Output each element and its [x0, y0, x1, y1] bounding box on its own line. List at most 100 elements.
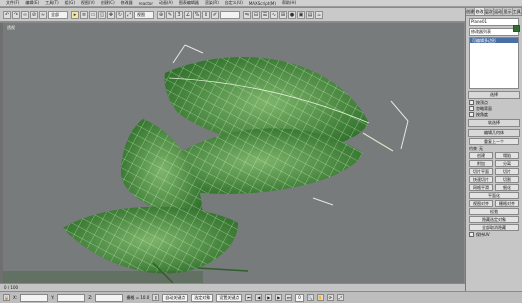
maximize-viewport-icon[interactable]: ⤢ [336, 294, 344, 301]
previous-frame-icon[interactable]: ◀ [255, 294, 263, 301]
by-angle-row[interactable]: 按角度 [469, 112, 519, 117]
modifier-stack[interactable]: 可编辑多边形 [469, 37, 519, 89]
tab-display[interactable]: 显示 [503, 8, 513, 15]
ignore-backfacing-row[interactable]: 忽略背面 [469, 106, 519, 111]
align-icon[interactable]: ⊟ [252, 10, 260, 19]
object-color-swatch[interactable] [513, 25, 520, 32]
material-editor-icon[interactable]: ● [288, 10, 296, 19]
view-align-button[interactable]: 视图对齐 [469, 200, 493, 207]
bind-space-warp-icon[interactable]: ≈ [39, 10, 47, 19]
menu-edit[interactable]: 编辑(E) [25, 0, 39, 6]
lock-selection-icon[interactable]: 🔒 [3, 294, 10, 301]
render-frame-icon[interactable]: ▤ [306, 10, 314, 19]
menu-modifiers[interactable]: 修改器 [121, 0, 133, 6]
tab-motion[interactable]: 运动 [494, 8, 504, 15]
next-frame-icon[interactable]: ▶ [275, 294, 283, 301]
rollout-selection[interactable]: 选择 [468, 91, 520, 99]
render-setup-icon[interactable]: ▣ [297, 10, 305, 19]
key-icon[interactable]: ⚷ [152, 294, 160, 301]
menu-customize[interactable]: 自定义(U) [225, 0, 243, 6]
object-name-field[interactable]: Plane01 [469, 18, 519, 26]
hide-selected-button[interactable]: 隐藏选定对象 [469, 216, 519, 223]
make-planar-button[interactable]: 平面化 [469, 192, 519, 199]
viewport-label[interactable]: 透视 [7, 25, 15, 31]
select-by-name-icon[interactable]: ≡ [80, 10, 88, 19]
attach-button[interactable]: 附加 [469, 160, 493, 167]
quickslice-button[interactable]: 快速切片 [469, 176, 493, 183]
tessellate-button[interactable]: 细化 [495, 184, 519, 191]
select-rotate-icon[interactable]: ↻ [116, 10, 124, 19]
repeat-last-button[interactable]: 重复上一个 [469, 138, 519, 145]
selection-filter-dropdown[interactable]: 全部 [48, 10, 68, 19]
undo-icon[interactable]: ↶ [3, 10, 11, 19]
auto-key-button[interactable]: 自动关键点 [162, 293, 189, 302]
unlink-icon[interactable]: ⊘ [30, 10, 38, 19]
select-scale-icon[interactable]: ⤢ [125, 10, 133, 19]
link-icon[interactable]: ∞ [21, 10, 29, 19]
select-object-icon[interactable]: ▸ [71, 10, 79, 19]
current-frame-field[interactable]: 0 [295, 293, 304, 302]
pan-icon[interactable]: ✋ [316, 294, 324, 301]
menu-tools[interactable]: 工具(T) [45, 0, 59, 6]
menu-create[interactable]: 创建(C) [101, 0, 115, 6]
checkbox[interactable] [469, 100, 474, 105]
mirror-icon[interactable]: ⇋ [243, 10, 251, 19]
go-to-end-icon[interactable]: ⏭ [285, 294, 293, 301]
perspective-viewport[interactable]: 透视 [3, 23, 464, 283]
menu-maxscript[interactable]: MAXScript(M) [249, 1, 276, 6]
checkbox[interactable] [469, 106, 474, 111]
modifier-list-dropdown[interactable]: 修改器列表 [469, 28, 519, 36]
menu-graph-editors[interactable]: 图表编辑器 [179, 0, 199, 6]
menu-group[interactable]: 组(G) [65, 0, 75, 6]
z-coordinate-field[interactable] [95, 293, 124, 302]
timeline-bar[interactable]: 0 / 100 [0, 283, 465, 291]
orbit-icon[interactable]: ⟳ [326, 294, 334, 301]
stack-item-editable-poly[interactable]: 可编辑多边形 [470, 38, 518, 43]
collapse-button[interactable]: 塌陷 [495, 152, 519, 159]
checkbox[interactable] [469, 112, 474, 117]
redo-icon[interactable]: ↷ [12, 10, 20, 19]
go-to-start-icon[interactable]: ⏮ [245, 294, 253, 301]
create-button[interactable]: 创建 [469, 152, 493, 159]
y-coordinate-field[interactable] [57, 293, 86, 302]
pivot-center-icon[interactable]: ⊕ [157, 10, 165, 19]
tab-utilities[interactable]: 工具 [513, 8, 522, 15]
rollout-soft-selection[interactable]: 软选择 [468, 119, 520, 127]
relax-button[interactable]: 松弛 [469, 208, 519, 215]
selected-dropdown[interactable]: 选定对象 [191, 293, 214, 302]
constraints-none-label[interactable]: 无 [479, 146, 483, 151]
quick-render-icon[interactable]: ☕ [315, 10, 323, 19]
spinner-snap-icon[interactable]: ⇕ [202, 10, 210, 19]
edit-named-selection-icon[interactable]: ✐ [211, 10, 219, 19]
slice-plane-button[interactable]: 切片平面 [469, 168, 493, 175]
slice-button[interactable]: 切片 [495, 168, 519, 175]
menu-file[interactable]: 文件(F) [6, 0, 19, 6]
menu-help[interactable]: 帮助(H) [282, 0, 296, 6]
angle-snap-icon[interactable]: ∠ [184, 10, 192, 19]
menu-rendering[interactable]: 渲染(R) [205, 0, 219, 6]
menu-reactor[interactable]: reactor [139, 1, 153, 6]
curve-editor-icon[interactable]: ∿ [270, 10, 278, 19]
named-selection-dropdown[interactable] [220, 10, 240, 19]
window-crossing-icon[interactable]: ◫ [98, 10, 106, 19]
unhide-all-button[interactable]: 全部取消隐藏 [469, 224, 519, 231]
cut-button[interactable]: 切割 [495, 176, 519, 183]
select-move-icon[interactable]: ✥ [107, 10, 115, 19]
grid-align-button[interactable]: 栅格对齐 [495, 200, 519, 207]
select-manipulate-icon[interactable]: ✎ [166, 10, 174, 19]
menu-animation[interactable]: 动画(A) [159, 0, 173, 6]
rollout-edit-geometry[interactable]: 编辑几何体 [468, 129, 520, 137]
percent-snap-icon[interactable]: % [193, 10, 201, 19]
snap-toggle-icon[interactable]: 3 [175, 10, 183, 19]
set-key-button[interactable]: 设置关键点 [216, 293, 243, 302]
rect-select-region-icon[interactable]: ▭ [89, 10, 97, 19]
detach-button[interactable]: 分离 [495, 160, 519, 167]
tab-create[interactable]: 创建 [466, 8, 476, 15]
tab-modify[interactable]: 修改 [475, 8, 485, 15]
menu-views[interactable]: 视图(V) [81, 0, 95, 6]
msmooth-button[interactable]: 网格平滑 [469, 184, 493, 191]
schematic-view-icon[interactable]: ⊞ [279, 10, 287, 19]
layer-manager-icon[interactable]: ☰ [261, 10, 269, 19]
zoom-icon[interactable]: 🔍 [306, 294, 314, 301]
x-coordinate-field[interactable] [20, 293, 49, 302]
